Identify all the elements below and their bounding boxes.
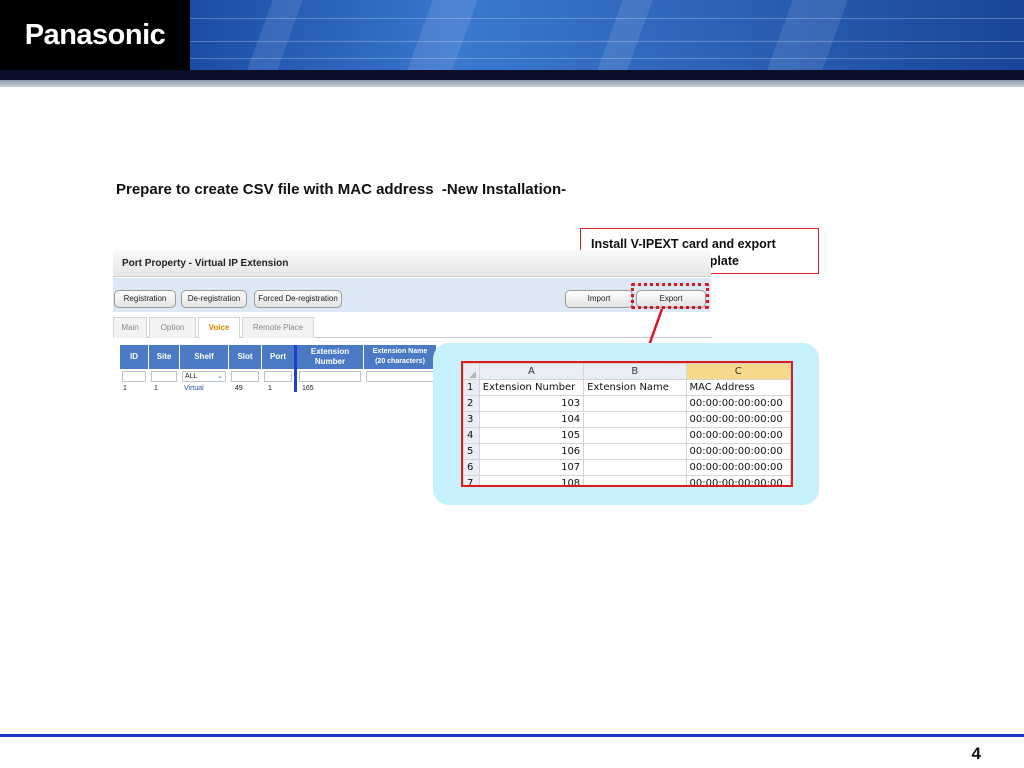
filter-extension-number-input[interactable]	[299, 371, 361, 382]
column-header-extension-name-line2: (20 characters)	[375, 358, 425, 365]
row-number[interactable]: 4	[463, 427, 480, 444]
banner-streak	[407, 0, 478, 70]
row-id: 1	[123, 385, 127, 392]
logo: Panasonic	[0, 0, 190, 70]
cell-mac-address-header[interactable]: MAC Address	[685, 379, 791, 396]
row-number[interactable]: 6	[463, 459, 480, 476]
cell-mac-address[interactable]: 00:00:00:00:00:00	[685, 411, 791, 428]
filter-id-input[interactable]	[122, 371, 146, 382]
port-property-tabs: Main Option Voice Remote Place	[113, 316, 711, 338]
column-header-slot[interactable]: Slot	[229, 345, 261, 369]
cell-extension-name[interactable]	[583, 459, 687, 476]
slide-title: Prepare to create CSV file with MAC addr…	[116, 181, 567, 198]
column-header-extension-number[interactable]: Extension Number	[297, 345, 363, 369]
filter-port-input[interactable]	[264, 371, 292, 382]
column-header-port[interactable]: Port	[262, 345, 294, 369]
column-divider	[294, 345, 297, 392]
deregistration-button[interactable]: De-registration	[181, 290, 247, 308]
cell-extension-number[interactable]: 106	[478, 443, 585, 460]
cell-mac-address[interactable]: 00:00:00:00:00:00	[685, 443, 791, 460]
column-header-extension-name[interactable]: Extension Name (20 characters)	[364, 345, 436, 369]
row-slot: 49	[235, 385, 243, 392]
row-number[interactable]: 3	[463, 411, 480, 428]
column-header-id[interactable]: ID	[120, 345, 148, 369]
extension-grid: ID Site Shelf Slot Port Extension Number…	[120, 345, 450, 392]
row-number[interactable]: 1	[463, 379, 480, 396]
tab-remote-place[interactable]: Remote Place	[242, 317, 314, 338]
row-shelf[interactable]: Virtual	[184, 385, 204, 392]
tab-main[interactable]: Main	[113, 317, 147, 338]
forced-deregistration-button[interactable]: Forced De-registration	[254, 290, 342, 308]
table-row: 4 105 00:00:00:00:00:00	[463, 427, 791, 444]
select-all-corner[interactable]	[463, 363, 480, 380]
column-header-extension-name-line1: Extension Name	[372, 348, 428, 355]
column-header-shelf[interactable]: Shelf	[180, 345, 228, 369]
column-letter-row: A B C	[463, 363, 791, 380]
filter-extension-name-input[interactable]	[366, 371, 434, 382]
filter-site-input[interactable]	[151, 371, 177, 382]
cell-extension-name[interactable]	[583, 395, 687, 412]
banner-bottom-stripe	[0, 70, 1024, 80]
filter-shelf-select[interactable]: ALL ⌄	[182, 371, 226, 382]
cell-extension-number[interactable]: 103	[478, 395, 585, 412]
row-port: 1	[268, 385, 272, 392]
cell-extension-number[interactable]: 107	[478, 459, 585, 476]
cell-extension-number-header[interactable]: Extension Number	[478, 379, 585, 396]
import-button[interactable]: Import	[565, 290, 633, 308]
column-letter-c[interactable]: C	[685, 363, 791, 380]
column-header-site[interactable]: Site	[149, 345, 179, 369]
banner-line	[190, 41, 1024, 42]
banner-bottom-shadow	[0, 80, 1024, 87]
banner-line	[190, 18, 1024, 19]
table-row: 6 107 00:00:00:00:00:00	[463, 459, 791, 476]
tab-option[interactable]: Option	[149, 317, 196, 338]
banner-streak	[767, 0, 848, 70]
cell-mac-address[interactable]: 00:00:00:00:00:00	[685, 427, 791, 444]
column-header-extension-number-line2: Number	[314, 357, 346, 366]
filter-slot-input[interactable]	[231, 371, 259, 382]
cell-extension-number[interactable]: 108	[478, 475, 585, 485]
cell-extension-name[interactable]	[583, 475, 687, 485]
logo-text: Panasonic	[24, 18, 166, 51]
port-property-title: Port Property - Virtual IP Extension	[113, 250, 711, 277]
column-letter-b[interactable]: B	[583, 363, 687, 380]
table-row: 1 Extension Number Extension Name MAC Ad…	[463, 379, 791, 396]
row-number[interactable]: 5	[463, 443, 480, 460]
table-row: 2 103 00:00:00:00:00:00	[463, 395, 791, 412]
row-number[interactable]: 7	[463, 475, 480, 485]
column-header-extension-number-line1: Extension	[310, 347, 350, 356]
row-site: 1	[154, 385, 158, 392]
port-property-toolbar: Registration De-registration Forced De-r…	[113, 278, 711, 312]
cell-extension-number[interactable]: 104	[478, 411, 585, 428]
cell-mac-address[interactable]: 00:00:00:00:00:00	[685, 459, 791, 476]
footer-line	[0, 734, 1024, 737]
page-number: 4	[971, 744, 981, 763]
cell-extension-name-header[interactable]: Extension Name	[583, 379, 687, 396]
cell-extension-name[interactable]	[583, 443, 687, 460]
table-row: 5 106 00:00:00:00:00:00	[463, 443, 791, 460]
cell-mac-address[interactable]: 00:00:00:00:00:00	[685, 395, 791, 412]
cell-extension-name[interactable]	[583, 427, 687, 444]
spreadsheet: A B C 1 Extension Number Extension Name …	[461, 361, 793, 487]
filter-shelf-value: ALL	[185, 373, 198, 380]
table-row: 7 108 00:00:00:00:00:00	[463, 475, 791, 485]
cell-mac-address[interactable]: 00:00:00:00:00:00	[685, 475, 791, 485]
row-number[interactable]: 2	[463, 395, 480, 412]
banner-line	[190, 58, 1024, 59]
spreadsheet-table: A B C 1 Extension Number Extension Name …	[463, 363, 791, 485]
table-row: 3 104 00:00:00:00:00:00	[463, 411, 791, 428]
column-letter-a[interactable]: A	[478, 363, 585, 380]
banner-streak	[247, 0, 303, 70]
banner-streak	[597, 0, 653, 70]
cell-extension-name[interactable]	[583, 411, 687, 428]
registration-button[interactable]: Registration	[114, 290, 176, 308]
tab-voice[interactable]: Voice	[198, 317, 240, 338]
cell-extension-number[interactable]: 105	[478, 427, 585, 444]
row-extension: 165	[302, 385, 314, 392]
chevron-down-icon: ⌄	[217, 373, 223, 380]
